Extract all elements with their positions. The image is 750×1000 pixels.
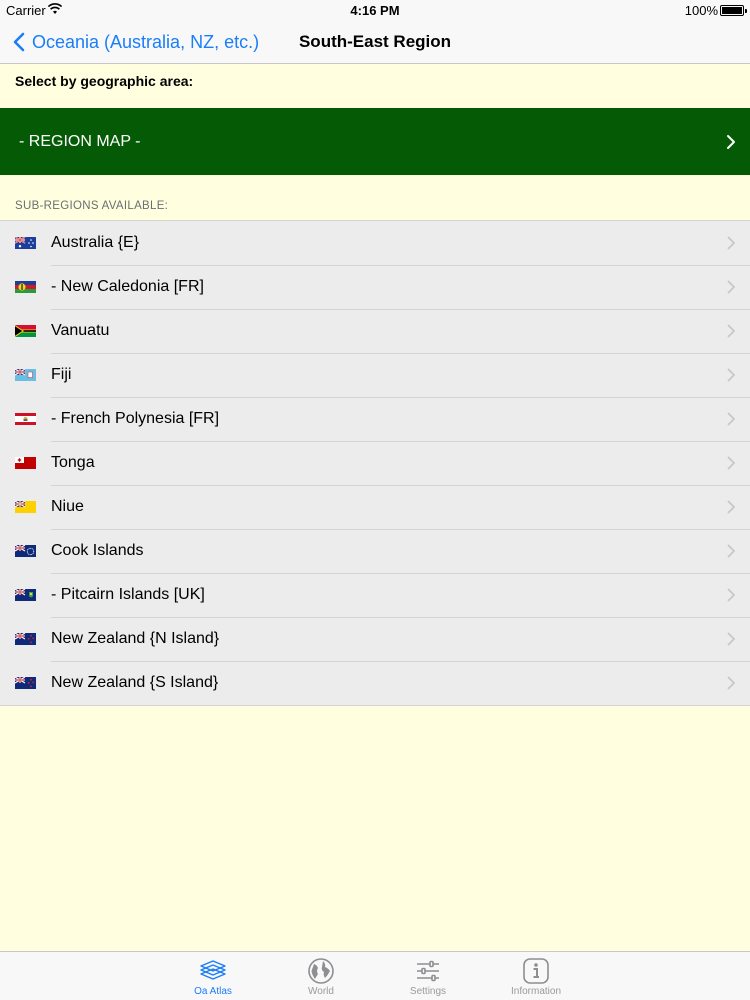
info-icon bbox=[523, 958, 549, 984]
list-item[interactable]: Fiji bbox=[0, 353, 750, 397]
region-map-button[interactable]: - REGION MAP - bbox=[0, 108, 750, 175]
list-item[interactable]: New Zealand {S Island} bbox=[0, 661, 750, 705]
tab-information[interactable]: Information bbox=[496, 952, 576, 1000]
tab-bar: Oa Atlas World Settings Information bbox=[0, 951, 750, 1000]
battery-icon bbox=[720, 5, 747, 16]
new-caledonia-flag-icon bbox=[15, 281, 36, 293]
select-by-area-label: Select by geographic area: bbox=[15, 73, 194, 89]
french-polynesia-flag-icon bbox=[15, 413, 36, 425]
back-button[interactable]: Oceania (Australia, NZ, etc.) bbox=[10, 20, 259, 64]
atlas-icon bbox=[200, 960, 226, 980]
tab-world[interactable]: World bbox=[281, 952, 361, 1000]
list-item[interactable]: Niue bbox=[0, 485, 750, 529]
sub-region-name: New Zealand {N Island} bbox=[51, 630, 220, 647]
sub-region-name: New Zealand {S Island} bbox=[51, 674, 219, 691]
sub-region-name: Australia {E} bbox=[51, 234, 140, 251]
sub-region-name: - New Caledonia [FR] bbox=[51, 278, 204, 295]
sub-region-name: - French Polynesia [FR] bbox=[51, 410, 220, 427]
sliders-icon bbox=[417, 960, 439, 982]
pitcairn-islands-flag-icon bbox=[15, 589, 36, 601]
navigation-bar: Oceania (Australia, NZ, etc.) South-East… bbox=[0, 20, 750, 64]
list-item[interactable]: New Zealand {N Island} bbox=[0, 617, 750, 661]
tab-label: World bbox=[308, 986, 334, 997]
sub-region-name: Tonga bbox=[51, 454, 95, 471]
list-item[interactable]: Australia {E} bbox=[0, 221, 750, 265]
chevron-left-icon bbox=[13, 32, 25, 52]
list-item[interactable]: - New Caledonia [FR] bbox=[0, 265, 750, 309]
sub-region-name: Fiji bbox=[51, 366, 72, 383]
sub-regions-header: SUB-REGIONS AVAILABLE: bbox=[15, 200, 169, 212]
cook-islands-flag-icon bbox=[15, 545, 36, 557]
sub-region-name: Vanuatu bbox=[51, 322, 110, 339]
chevron-right-icon bbox=[727, 676, 735, 690]
sub-region-name: Niue bbox=[51, 498, 84, 515]
chevron-right-icon bbox=[727, 456, 735, 470]
chevron-right-icon bbox=[727, 324, 735, 338]
tonga-flag-icon bbox=[15, 457, 36, 469]
list-item[interactable]: Cook Islands bbox=[0, 529, 750, 573]
status-bar: Carrier 4:16 PM 100% bbox=[0, 0, 750, 20]
tab-settings[interactable]: Settings bbox=[388, 952, 468, 1000]
list-item[interactable]: - Pitcairn Islands [UK] bbox=[0, 573, 750, 617]
chevron-right-icon bbox=[727, 412, 735, 426]
new-zealand-flag-icon bbox=[15, 633, 36, 645]
australia-flag-icon bbox=[15, 237, 36, 249]
sub-region-name: Cook Islands bbox=[51, 542, 144, 559]
chevron-right-icon bbox=[727, 500, 735, 514]
chevron-right-icon bbox=[727, 632, 735, 646]
chevron-right-icon bbox=[727, 236, 735, 250]
sub-region-name: - Pitcairn Islands [UK] bbox=[51, 586, 205, 603]
list-item[interactable]: - French Polynesia [FR] bbox=[0, 397, 750, 441]
chevron-right-icon bbox=[727, 135, 735, 149]
status-time: 4:16 PM bbox=[350, 3, 400, 18]
vanuatu-flag-icon bbox=[15, 325, 36, 337]
list-item[interactable]: Tonga bbox=[0, 441, 750, 485]
chevron-right-icon bbox=[727, 368, 735, 382]
chevron-right-icon bbox=[727, 544, 735, 558]
tab-label: Oa Atlas bbox=[194, 986, 232, 997]
list-item[interactable]: Vanuatu bbox=[0, 309, 750, 353]
battery-percentage: 100% bbox=[684, 3, 718, 18]
new-zealand-flag-icon bbox=[15, 677, 36, 689]
chevron-right-icon bbox=[727, 280, 735, 294]
tab-label: Information bbox=[510, 986, 562, 997]
sub-region-list: Australia {E} - New Caledonia [FR] Vanua… bbox=[0, 220, 750, 706]
back-button-label: Oceania (Australia, NZ, etc.) bbox=[32, 31, 260, 52]
niue-flag-icon bbox=[15, 501, 36, 513]
tab-label: Settings bbox=[409, 986, 447, 997]
fiji-flag-icon bbox=[15, 369, 36, 381]
chevron-right-icon bbox=[727, 588, 735, 602]
region-map-label: - REGION MAP - bbox=[19, 133, 141, 150]
tab-oa-atlas[interactable]: Oa Atlas bbox=[173, 952, 253, 1000]
globe-icon bbox=[308, 958, 334, 984]
